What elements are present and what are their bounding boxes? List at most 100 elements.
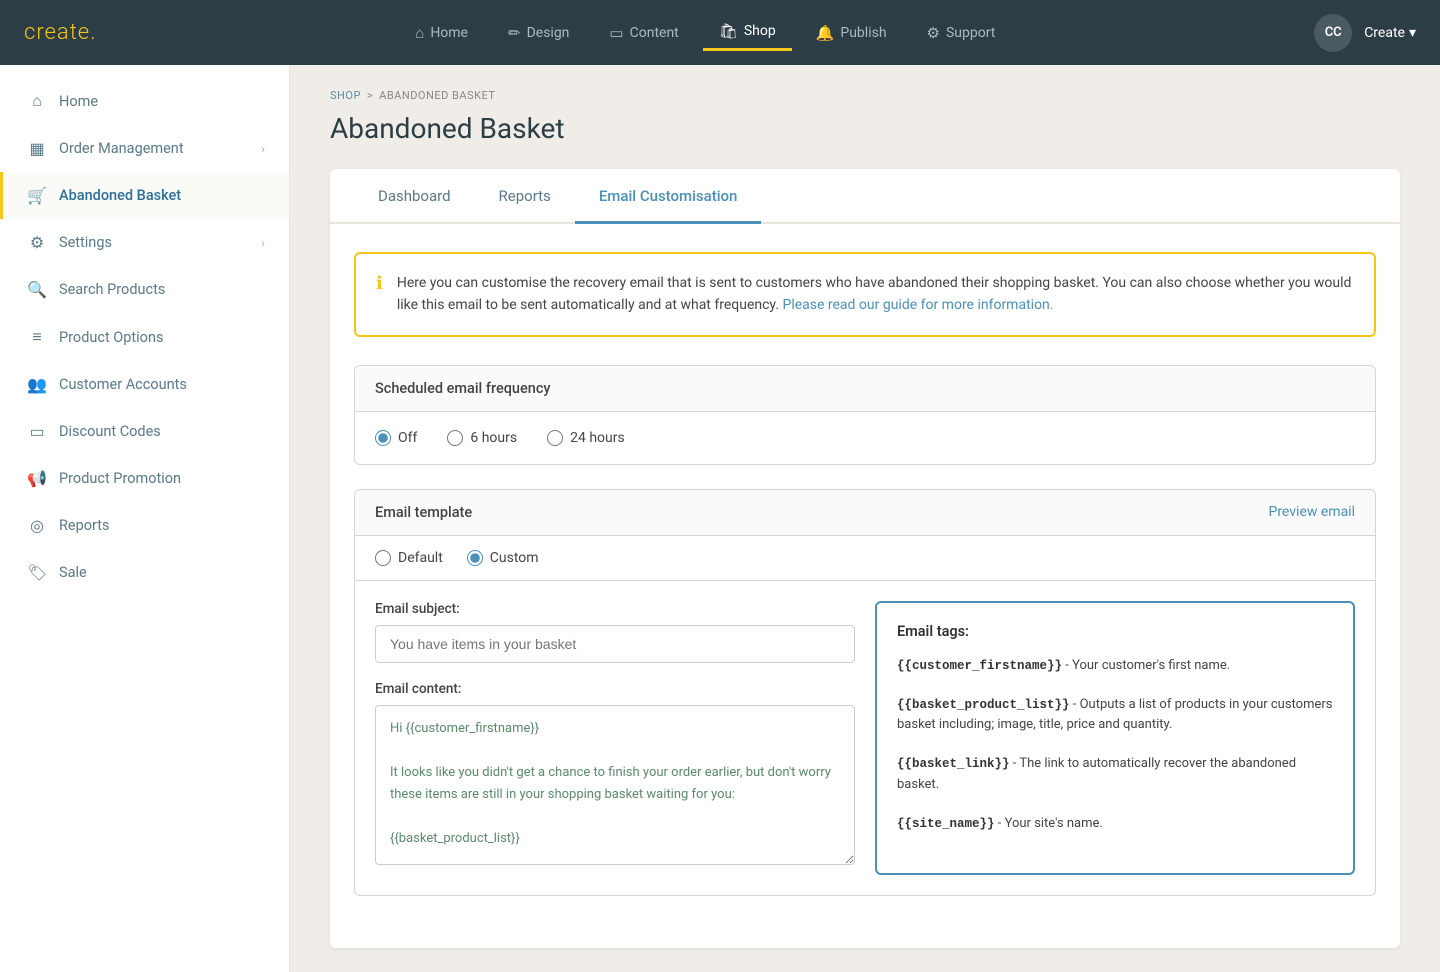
tag-code-customer-firstname: {{customer_firstname}} (897, 659, 1062, 673)
sidebar-item-label: Reports (59, 517, 110, 534)
sidebar-item-search-products[interactable]: 🔍 Search Products (0, 266, 289, 313)
sidebar-item-label: Search Products (59, 281, 165, 298)
top-nav-right: CC Create ▾ (1314, 14, 1416, 52)
nav-publish[interactable]: 🔔 Publish (800, 16, 903, 50)
top-navigation: create. ⌂ Home ✏ Design ▭ Content 🛍 Shop… (0, 0, 1440, 65)
subject-label: Email subject: (375, 601, 855, 617)
create-button[interactable]: Create ▾ (1364, 25, 1416, 41)
nav-support-label: Support (946, 25, 995, 41)
page-title: Abandoned Basket (330, 112, 1400, 145)
email-tag-customer-firstname: {{customer_firstname}} - Your customer's… (897, 656, 1333, 677)
nav-publish-label: Publish (840, 25, 886, 41)
sidebar-item-sale[interactable]: 🏷 Sale (0, 549, 289, 596)
sidebar-item-reports[interactable]: ◎ Reports (0, 502, 289, 549)
create-label: Create (1364, 25, 1405, 41)
frequency-radio-group: Off 6 hours 24 hours (375, 430, 1355, 446)
sale-icon: 🏷 (27, 563, 47, 582)
product-promotion-icon: 📢 (27, 469, 47, 488)
tab-reports[interactable]: Reports (475, 169, 575, 224)
sidebar-item-label: Order Management (59, 140, 184, 157)
template-default-radio[interactable] (375, 550, 391, 566)
email-template-section: Email template Preview email Default Cus… (354, 489, 1376, 896)
tag-code-product-list: {{basket_product_list}} (897, 698, 1070, 712)
settings-icon: ⚙ (27, 233, 47, 252)
tab-dashboard[interactable]: Dashboard (354, 169, 475, 224)
nav-content[interactable]: ▭ Content (593, 16, 694, 50)
preview-email-link[interactable]: Preview email (1268, 504, 1355, 520)
reports-icon: ◎ (27, 516, 47, 535)
sidebar: ⌂ Home ▦ Order Management › 🛒 Abandoned … (0, 65, 290, 972)
nav-design[interactable]: ✏ Design (492, 16, 585, 50)
frequency-24hours-radio[interactable] (547, 430, 563, 446)
design-icon: ✏ (508, 24, 521, 42)
home-icon: ⌂ (415, 24, 424, 42)
nav-links: ⌂ Home ✏ Design ▭ Content 🛍 Shop 🔔 Publi… (399, 14, 1011, 51)
chevron-right-icon: › (261, 142, 265, 156)
sidebar-item-discount-codes[interactable]: ▭ Discount Codes (0, 408, 289, 455)
sidebar-item-settings[interactable]: ⚙ Settings › (0, 219, 289, 266)
tag-code-basket-link: {{basket_link}} (897, 757, 1010, 771)
frequency-6hours-label[interactable]: 6 hours (447, 430, 517, 446)
sidebar-item-label: Abandoned Basket (59, 187, 181, 204)
info-icon: ℹ (376, 273, 383, 294)
logo-text: create (24, 20, 90, 45)
nav-shop[interactable]: 🛍 Shop (703, 14, 792, 51)
nav-content-label: Content (630, 25, 679, 41)
tag-desc-site-name: - Your site's name. (998, 816, 1103, 831)
breadcrumb-shop[interactable]: SHOP (330, 89, 361, 102)
email-template-header: Email template Preview email (355, 490, 1375, 536)
breadcrumb-separator: > (367, 89, 373, 102)
sidebar-item-product-options[interactable]: ≡ Product Options (0, 313, 289, 361)
frequency-24hours-label[interactable]: 24 hours (547, 430, 625, 446)
scheduled-frequency-section: Scheduled email frequency Off 6 hours (354, 365, 1376, 465)
template-default-label[interactable]: Default (375, 550, 443, 566)
breadcrumb: SHOP > ABANDONED BASKET (330, 89, 1400, 102)
email-tags-column: Email tags: {{customer_firstname}} - You… (875, 601, 1355, 875)
logo[interactable]: create. (24, 20, 96, 45)
sidebar-item-home[interactable]: ⌂ Home (0, 77, 289, 125)
tag-desc-customer-firstname: - Your customer's first name. (1065, 658, 1230, 673)
order-management-icon: ▦ (27, 139, 47, 158)
frequency-6hours-radio[interactable] (447, 430, 463, 446)
subject-input[interactable] (375, 625, 855, 663)
avatar[interactable]: CC (1314, 14, 1352, 52)
support-icon: ⚙ (927, 24, 940, 42)
main-card: Dashboard Reports Email Customisation ℹ … (330, 169, 1400, 948)
template-default-text: Default (398, 550, 443, 566)
tab-bar: Dashboard Reports Email Customisation (330, 169, 1400, 224)
template-custom-label[interactable]: Custom (467, 550, 539, 566)
email-template-title: Email template (375, 504, 472, 521)
nav-home-label: Home (430, 25, 468, 41)
content-textarea[interactable]: Hi {{customer_firstname}} It looks like … (375, 705, 855, 865)
sidebar-item-abandoned-basket[interactable]: 🛒 Abandoned Basket (0, 172, 289, 219)
scheduled-frequency-body: Off 6 hours 24 hours (355, 412, 1375, 464)
sidebar-item-label: Product Promotion (59, 470, 181, 487)
nav-support[interactable]: ⚙ Support (911, 16, 1012, 50)
content-label: Email content: (375, 681, 855, 697)
sidebar-item-label: Settings (59, 234, 112, 251)
logo-dot: . (90, 20, 96, 45)
email-tag-site-name: {{site_name}} - Your site's name. (897, 814, 1333, 835)
sidebar-item-label: Sale (59, 564, 87, 581)
email-tags-title: Email tags: (897, 623, 1333, 640)
info-link[interactable]: Please read our guide for more informati… (783, 297, 1054, 313)
nav-shop-label: Shop (744, 23, 776, 39)
sidebar-item-customer-accounts[interactable]: 👥 Customer Accounts (0, 361, 289, 408)
nav-home[interactable]: ⌂ Home (399, 16, 484, 50)
discount-codes-icon: ▭ (27, 422, 47, 441)
sidebar-item-label: Customer Accounts (59, 376, 187, 393)
search-icon: 🔍 (27, 280, 47, 299)
template-custom-text: Custom (490, 550, 539, 566)
chevron-right-icon: › (261, 236, 265, 250)
publish-icon: 🔔 (816, 24, 835, 42)
frequency-off-label[interactable]: Off (375, 430, 417, 446)
info-text: Here you can customise the recovery emai… (397, 272, 1354, 317)
frequency-off-text: Off (398, 430, 417, 446)
sidebar-item-product-promotion[interactable]: 📢 Product Promotion (0, 455, 289, 502)
frequency-off-radio[interactable] (375, 430, 391, 446)
frequency-6hours-text: 6 hours (470, 430, 517, 446)
sidebar-item-order-management[interactable]: ▦ Order Management › (0, 125, 289, 172)
abandoned-basket-icon: 🛒 (27, 186, 47, 205)
template-custom-radio[interactable] (467, 550, 483, 566)
tab-email-customisation[interactable]: Email Customisation (575, 169, 762, 224)
